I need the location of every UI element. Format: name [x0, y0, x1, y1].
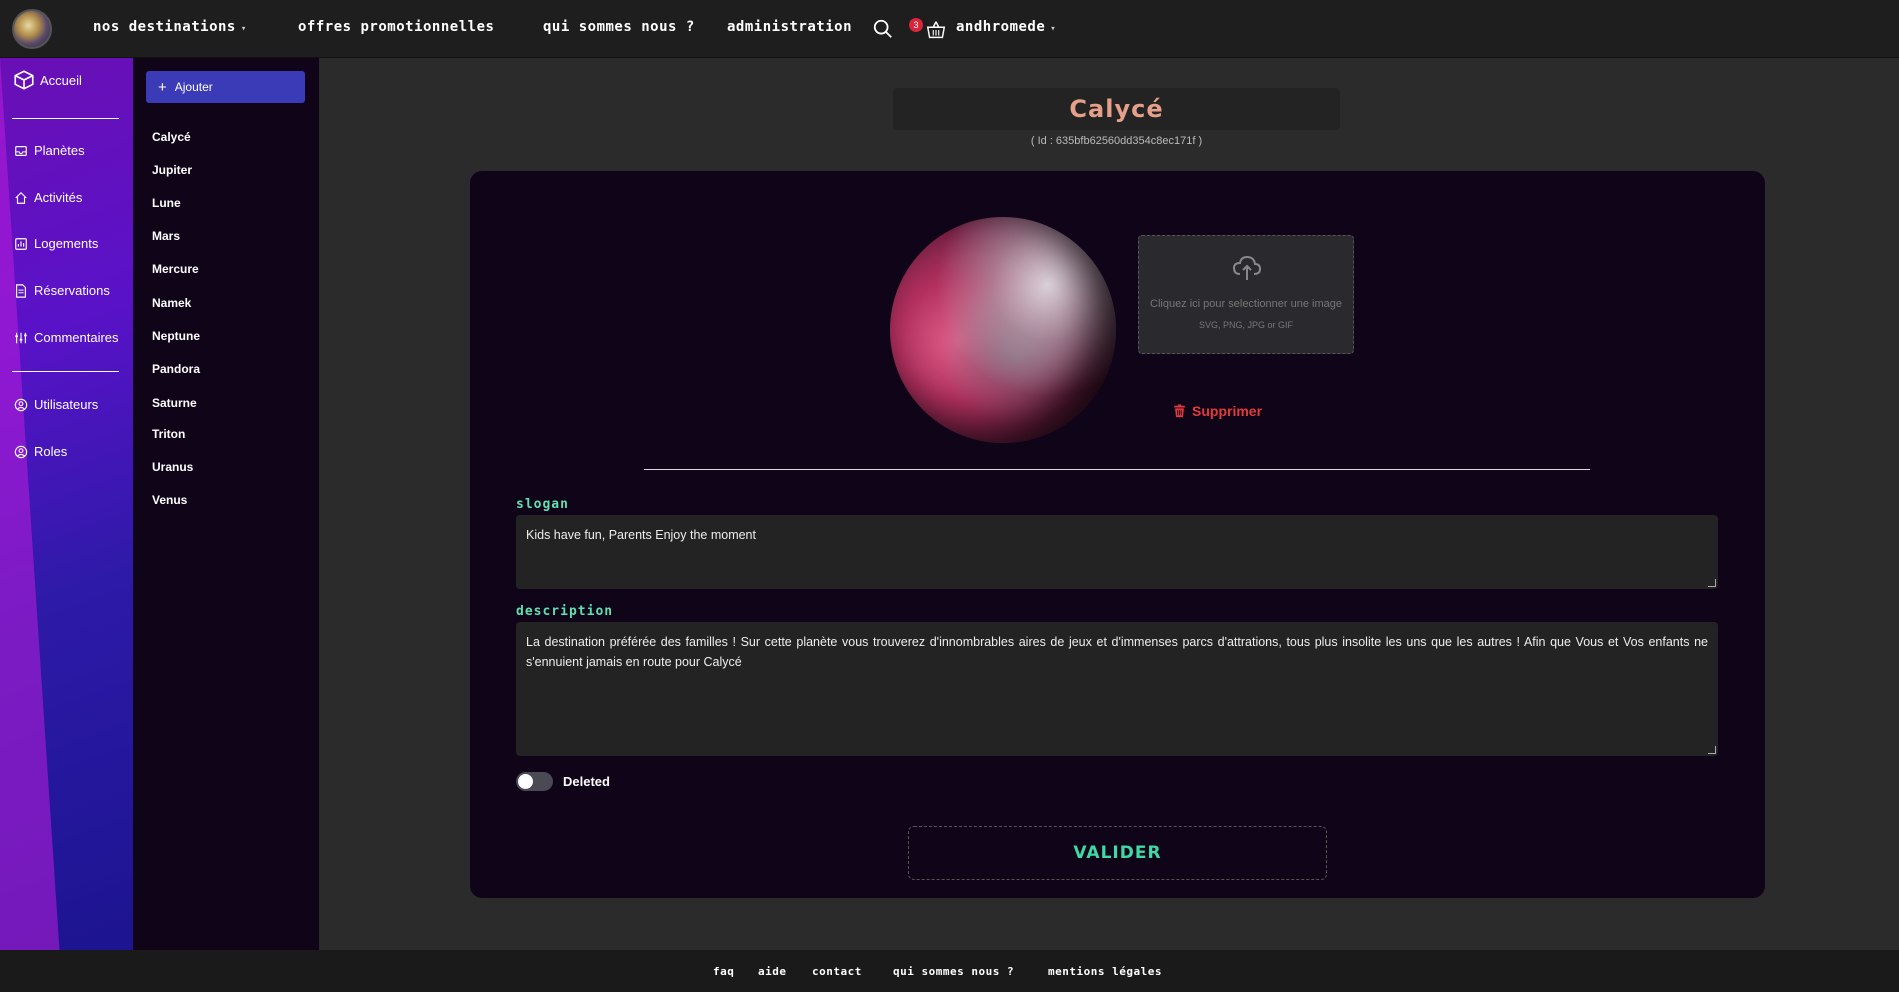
- slogan-label: Slogan: [516, 497, 569, 512]
- record-id: ( Id : 635bfb62560dd354c8ec171f ): [1030, 135, 1203, 147]
- plus-icon: +: [158, 78, 167, 96]
- delete-image-label: Supprimer: [1192, 403, 1263, 419]
- slogan-value: Kids have fun, Parents Enjoy the moment: [526, 528, 756, 542]
- sidebar-item-utilisateurs[interactable]: Utilisateurs: [14, 397, 98, 412]
- delete-image-button[interactable]: Supprimer: [1173, 403, 1262, 419]
- planet-item-lune[interactable]: Lune: [152, 196, 181, 210]
- cloud-upload-icon: [1232, 255, 1262, 280]
- chevron-down-icon: ▾: [1050, 24, 1057, 34]
- add-planet-label: Ajouter: [174, 80, 213, 94]
- planet-item-pandora[interactable]: Pandora: [152, 362, 200, 376]
- sidebar-divider: [12, 118, 119, 119]
- sidebar-item-label: Activités: [34, 190, 83, 205]
- resize-handle[interactable]: [1708, 746, 1716, 754]
- sidebar-item-label: Utilisateurs: [34, 397, 99, 412]
- resize-handle[interactable]: [1708, 579, 1716, 587]
- sidebar-item-roles[interactable]: Roles: [14, 444, 67, 459]
- sidebar-item-label: Réservations: [34, 283, 110, 298]
- chart-icon: [15, 237, 27, 250]
- planet-item-mars[interactable]: Mars: [152, 229, 180, 243]
- add-planet-button[interactable]: + Ajouter: [146, 71, 305, 103]
- logo[interactable]: [12, 9, 52, 49]
- sidebar-item-label: Accueil: [40, 72, 82, 88]
- sidebar-item-accueil[interactable]: Accueil: [14, 70, 82, 90]
- planet-item-jupiter[interactable]: Jupiter: [152, 163, 192, 177]
- user-menu[interactable]: Andhromede ▾: [956, 19, 1056, 35]
- planet-image: [890, 217, 1116, 443]
- chevron-down-icon: ▾: [240, 24, 247, 34]
- sidebar-item-label: Commentaires: [34, 330, 119, 345]
- planet-item-venus[interactable]: Venus: [152, 493, 187, 507]
- inbox-icon: [15, 145, 27, 156]
- home-icon: [15, 191, 27, 204]
- search-icon[interactable]: [872, 18, 894, 40]
- cube-icon: [14, 70, 34, 90]
- user-menu-label: Andhromede: [956, 19, 1046, 35]
- page-title: Calycé: [1069, 95, 1164, 123]
- planet-item-namek[interactable]: Namek: [152, 296, 191, 310]
- description-label: Description: [516, 604, 614, 619]
- description-value: La destination préférée des familles ! S…: [526, 635, 1708, 669]
- nav-destinations-label: Nos destinations: [93, 19, 236, 35]
- planet-item-uranus[interactable]: Uranus: [152, 460, 193, 474]
- planet-item-calyce[interactable]: Calycé: [152, 130, 191, 144]
- footer-link-aide[interactable]: Aide: [758, 965, 787, 978]
- planet-item-saturne[interactable]: Saturne: [152, 396, 197, 410]
- planet-list: + Ajouter Calycé Jupiter Lune Mars Mercu…: [133, 58, 319, 950]
- nav-administration[interactable]: Administration: [727, 19, 852, 35]
- sidebar-item-planetes[interactable]: Planètes: [14, 143, 85, 158]
- sidebar-item-label: Roles: [34, 444, 68, 459]
- top-navbar: Nos destinations ▾ Offres promotionnelles…: [0, 0, 1899, 58]
- upload-formats: SVG, PNG, JPG or GIF: [1198, 320, 1294, 330]
- document-icon: [16, 283, 26, 298]
- planet-item-triton[interactable]: Triton: [152, 427, 185, 441]
- sidebar-item-commentaires[interactable]: Commentaires: [14, 330, 119, 345]
- sidebar-divider: [12, 371, 119, 372]
- sidebar-item-reservations[interactable]: Réservations: [14, 283, 110, 298]
- sidebar-item-label: Planètes: [34, 143, 85, 158]
- footer-link-mentions-legales[interactable]: Mentions légales: [1048, 965, 1162, 978]
- sidebar-item-label: Logements: [34, 236, 99, 251]
- slogan-textarea[interactable]: Kids have fun, Parents Enjoy the moment: [516, 515, 1718, 589]
- planet-item-neptune[interactable]: Neptune: [152, 329, 200, 343]
- planet-edit-card: Cliquez ici pour selectionner une image …: [470, 171, 1765, 898]
- footer: FAQ Aide Contact Qui sommes nous ? Menti…: [0, 950, 1899, 992]
- nav-offres-label: Offres promotionnelles: [298, 19, 495, 35]
- user-circle-icon: [14, 445, 28, 458]
- footer-link-contact[interactable]: Contact: [812, 965, 862, 978]
- description-textarea[interactable]: La destination préférée des familles ! S…: [516, 622, 1718, 756]
- admin-sidebar: Accueil Planètes Activités Logements Rés…: [0, 58, 133, 950]
- nav-qui-sommes-nous[interactable]: Qui sommes nous ?: [543, 19, 695, 35]
- user-circle-icon: [14, 398, 28, 411]
- planet-item-mercure[interactable]: Mercure: [152, 262, 199, 276]
- sliders-icon: [15, 332, 27, 343]
- nav-destinations[interactable]: Nos destinations ▾: [93, 19, 247, 35]
- section-divider: [644, 469, 1590, 470]
- cart-count-badge: 3: [909, 18, 923, 32]
- nav-offres[interactable]: Offres promotionnelles: [298, 19, 494, 35]
- upload-instruction: Cliquez ici pour selectionner une image: [1150, 298, 1342, 310]
- basket-icon[interactable]: [925, 19, 947, 41]
- nav-qui-sommes-nous-label: Qui sommes nous ?: [543, 19, 695, 35]
- page-title-box: Calycé: [893, 88, 1340, 130]
- footer-link-qui-sommes-nous[interactable]: Qui sommes nous ?: [893, 965, 1014, 978]
- footer-link-faq[interactable]: FAQ: [713, 965, 734, 978]
- sidebar-item-activites[interactable]: Activités: [14, 190, 82, 205]
- deleted-toggle-label: Deleted: [563, 774, 610, 789]
- sidebar-item-logements[interactable]: Logements: [14, 236, 98, 251]
- deleted-toggle[interactable]: [516, 772, 553, 791]
- trash-icon: [1174, 404, 1185, 418]
- image-upload-dropzone[interactable]: Cliquez ici pour selectionner une image …: [1138, 235, 1354, 354]
- nav-administration-label: Administration: [727, 19, 853, 35]
- submit-button[interactable]: VALIDER: [908, 826, 1327, 880]
